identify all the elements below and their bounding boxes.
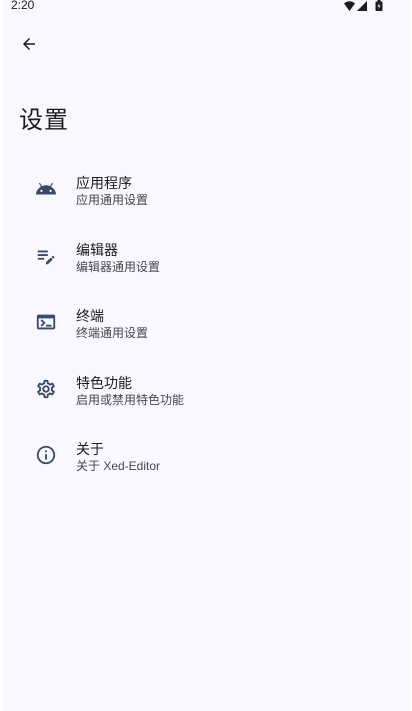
settings-item-subtitle: 启用或禁用特色功能: [76, 392, 185, 407]
settings-item-subtitle: 关于 Xed-Editor: [76, 459, 161, 473]
settings-item-editor[interactable]: 编辑器 编辑器通用设置: [3, 223, 409, 290]
settings-item-title: 关于: [76, 441, 104, 457]
settings-item-subtitle: 应用通用设置: [76, 193, 149, 207]
settings-screen: 2:20 设置 应用程序 应用通用设置 编辑器 编辑器通用设置 终端 终端通用设…: [3, 0, 409, 711]
android-icon: [33, 176, 59, 202]
settings-item-subtitle: 编辑器通用设置: [76, 259, 161, 274]
status-icons: [344, 0, 383, 11]
status-bar: 2:20: [3, 0, 409, 14]
battery-icon: [375, 0, 383, 11]
status-time: 2:20: [11, 0, 35, 12]
settings-item-features[interactable]: 特色功能 启用或禁用特色功能: [3, 356, 409, 423]
page-title: 设置: [19, 107, 69, 134]
edit-note-icon: [33, 243, 59, 269]
settings-item-title: 编辑器: [76, 241, 118, 258]
wifi-icon: [344, 0, 355, 11]
info-icon: [33, 442, 59, 468]
settings-item-app[interactable]: 应用程序 应用通用设置: [3, 156, 409, 223]
settings-item-about[interactable]: 关于 关于 Xed-Editor: [3, 422, 409, 489]
terminal-icon: [33, 309, 59, 335]
settings-item-title: 终端: [76, 308, 104, 324]
settings-item-title: 应用程序: [76, 175, 132, 191]
signal-icon: [357, 0, 367, 11]
back-button[interactable]: [13, 28, 45, 60]
settings-list: 应用程序 应用通用设置 编辑器 编辑器通用设置 终端 终端通用设置 特色功能 启…: [3, 156, 409, 489]
settings-item-title: 特色功能: [76, 374, 132, 391]
gear-icon: [33, 376, 59, 402]
arrow-back-icon: [23, 38, 35, 50]
settings-item-terminal[interactable]: 终端 终端通用设置: [3, 289, 409, 356]
settings-item-subtitle: 终端通用设置: [76, 326, 149, 340]
